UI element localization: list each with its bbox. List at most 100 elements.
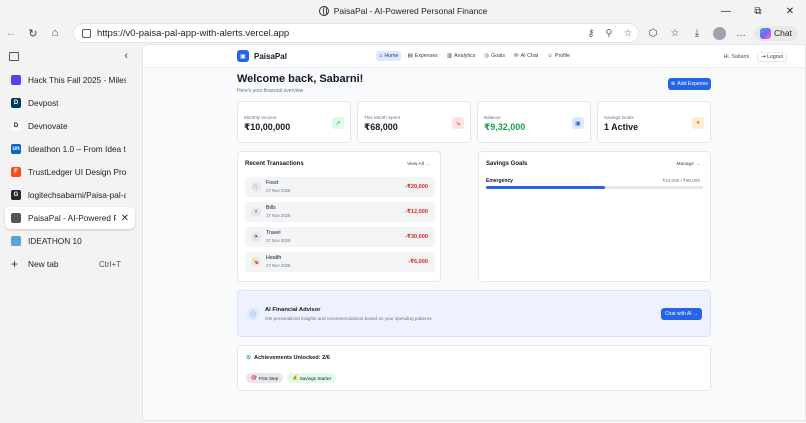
- tab-label: Hack This Fall 2025 - Milestone: [28, 75, 126, 85]
- header-user: Hi, Sabarni ⇥ Logout: [724, 52, 787, 62]
- transaction-row[interactable]: ⚡ Bills 27 Nov 2025 -₹12,000: [245, 202, 435, 222]
- restore-button[interactable]: ⧉: [742, 0, 774, 22]
- favicon-icon: un: [11, 144, 21, 154]
- nav-home[interactable]: ⌂ Home: [376, 51, 402, 61]
- stat-label: This Month Spent: [364, 115, 401, 120]
- transaction-row[interactable]: 💊 Health 27 Nov 2025 -₹6,000: [245, 252, 435, 272]
- stat-card: Monthly Income ₹10,00,000 ↗: [237, 101, 351, 143]
- toolbar-right: ⬡ ☆ ⤓ … Chat: [644, 22, 798, 44]
- badge-first-step: 🎯 First Step: [246, 373, 284, 383]
- category-icon: ✈: [251, 232, 261, 242]
- nav-icon: ✉: [514, 53, 519, 59]
- window-titlebar: PaisaPal - AI-Powered Personal Finance —…: [0, 0, 806, 22]
- transaction-amount: -₹30,000: [405, 234, 428, 240]
- nav-icon: ▥: [446, 53, 453, 59]
- plus-icon: +: [11, 257, 19, 271]
- add-expense-label: Add Expense: [677, 81, 709, 87]
- wallet-icon: ▣: [237, 50, 249, 62]
- nav-icon: ☺: [547, 53, 553, 59]
- vertical-tabs-sidebar: ‹ Hack This Fall 2025 - Milestone D Devpos…: [0, 44, 140, 423]
- achievements-title: ⊙ Achievements Unlocked: 2/6: [246, 354, 330, 362]
- tab-label: PaisaPal - AI-Powered Perso: [28, 213, 116, 223]
- page-title: Welcome back, Sabarni!: [237, 73, 364, 85]
- more-menu-icon[interactable]: …: [732, 24, 750, 42]
- transaction-row[interactable]: 🍴 Food 27 Nov 2025 -₹20,000: [245, 177, 435, 197]
- reload-button[interactable]: ↻: [22, 22, 44, 44]
- stat-icon: ↘: [452, 117, 464, 129]
- browser-tab[interactable]: un Ideathon 1.0 – From Idea to Pr: [5, 138, 135, 160]
- nav-ai-chat[interactable]: ✉ AI Chat: [511, 51, 541, 61]
- brand[interactable]: ▣ PaisaPal: [237, 50, 287, 62]
- view-all-link[interactable]: View All →: [407, 162, 430, 167]
- new-tab-button[interactable]: + New tab Ctrl+T: [5, 253, 135, 275]
- copilot-chat-button[interactable]: Chat: [754, 25, 798, 41]
- nav-icon: ▤: [407, 53, 413, 59]
- window-title-text: PaisaPal - AI-Powered Personal Finance: [333, 6, 488, 16]
- nav-goals[interactable]: ◎ Goals: [481, 51, 508, 61]
- browser-tab[interactable]: F TrustLedger UI Design Prompt: [5, 161, 135, 183]
- favorite-star-icon[interactable]: ☆: [623, 28, 632, 39]
- minimize-button[interactable]: —: [710, 0, 742, 22]
- transaction-row[interactable]: ✈ Travel 27 Nov 2025 -₹30,000: [245, 227, 435, 247]
- extensions-icon[interactable]: ⬡: [644, 24, 662, 42]
- collapse-sidebar-icon[interactable]: ‹: [124, 50, 128, 62]
- browser-tab[interactable]: PaisaPal - AI-Powered Perso ✕: [5, 207, 135, 229]
- stat-label: Monthly Income: [244, 115, 277, 120]
- tab-actions-icon[interactable]: [9, 51, 19, 61]
- achievements-title-text: Achievements Unlocked: 2/6: [254, 354, 330, 361]
- favicon-icon: D: [11, 98, 21, 108]
- new-tab-label: New tab: [28, 259, 59, 269]
- key-icon[interactable]: ⚷: [588, 28, 595, 39]
- tab-label: IDEATHON 10: [28, 236, 82, 246]
- browser-tab[interactable]: D Devnovate: [5, 115, 135, 137]
- transaction-name: Travel: [266, 230, 281, 236]
- copilot-icon: [760, 27, 771, 39]
- address-bar-icons: ⚷ ⚲ ☆: [588, 24, 632, 42]
- nav-icon: ⌂: [379, 53, 383, 59]
- goal-amount: ₹44,000 / ₹80,000: [662, 178, 700, 183]
- transaction-name: Health: [266, 255, 282, 261]
- stat-card: Balance ₹9,32,000 ▣: [477, 101, 591, 143]
- browser-tab[interactable]: Hack This Fall 2025 - Milestone: [5, 69, 135, 91]
- address-url[interactable]: https://v0-paisa-pal-app-with-alerts.ver…: [97, 28, 289, 39]
- site-info-icon[interactable]: [82, 28, 91, 38]
- close-tab-icon[interactable]: ✕: [121, 213, 129, 224]
- add-expense-button[interactable]: ⊕ Add Expense: [668, 78, 711, 90]
- nav-label: Goals: [491, 53, 505, 59]
- downloads-icon[interactable]: ⤓: [688, 24, 706, 42]
- browser-tab[interactable]: Glogitechsabarni/Paisa-pal-app: [5, 184, 135, 206]
- stat-icon: ↗: [332, 117, 344, 129]
- nav-label: Expenses: [414, 53, 438, 59]
- home-button[interactable]: ⌂: [44, 22, 66, 44]
- browser-toolbar: ← ↻ ⌂ https://v0-paisa-pal-app-with-aler…: [0, 22, 806, 44]
- sidebar-header: ‹: [0, 44, 140, 68]
- close-window-button[interactable]: ✕: [774, 0, 806, 22]
- chat-with-ai-button[interactable]: Chat with AI →: [660, 308, 702, 320]
- app-nav: ⌂ Home ▤ Expenses ▥ Analytics ◎ Goals ✉ AI Chat ☺ P…: [376, 51, 573, 61]
- favorites-icon[interactable]: ☆: [666, 24, 684, 42]
- zoom-icon[interactable]: ⚲: [606, 28, 613, 39]
- browser-tab[interactable]: IDEATHON 10: [5, 230, 135, 252]
- logout-button[interactable]: ⇥ Logout: [757, 52, 787, 62]
- nav-analytics[interactable]: ▥ Analytics: [444, 51, 478, 61]
- back-button[interactable]: ←: [0, 22, 22, 44]
- nav-label: Home: [384, 53, 399, 59]
- manage-goals-link[interactable]: Manage →: [677, 162, 700, 167]
- category-icon: 🍴: [251, 182, 261, 192]
- tab-label: logitechsabarni/Paisa-pal-app: [28, 190, 126, 200]
- profile-avatar[interactable]: [710, 24, 728, 42]
- nav-profile[interactable]: ☺ Profile: [544, 51, 573, 61]
- tab-label: Devpost: [28, 98, 59, 108]
- goal-name: Emergency: [486, 178, 513, 184]
- goal-progress-fill: [486, 186, 606, 189]
- stat-value: ₹10,00,000: [244, 122, 291, 132]
- nav-expenses[interactable]: ▤ Expenses: [404, 51, 440, 61]
- globe-icon: [318, 6, 329, 16]
- browser-tab[interactable]: D Devpost: [5, 92, 135, 114]
- check-circle-icon: ⊙: [246, 355, 252, 361]
- tab-label: Devnovate: [28, 121, 68, 131]
- badge-savings-starter: 💰 Savings Starter: [287, 373, 337, 383]
- logout-label: Logout: [767, 54, 783, 60]
- address-bar[interactable]: https://v0-paisa-pal-app-with-alerts.ver…: [73, 23, 639, 43]
- recent-transactions-card: Recent Transactions View All → 🍴 Food 27 N…: [237, 151, 441, 282]
